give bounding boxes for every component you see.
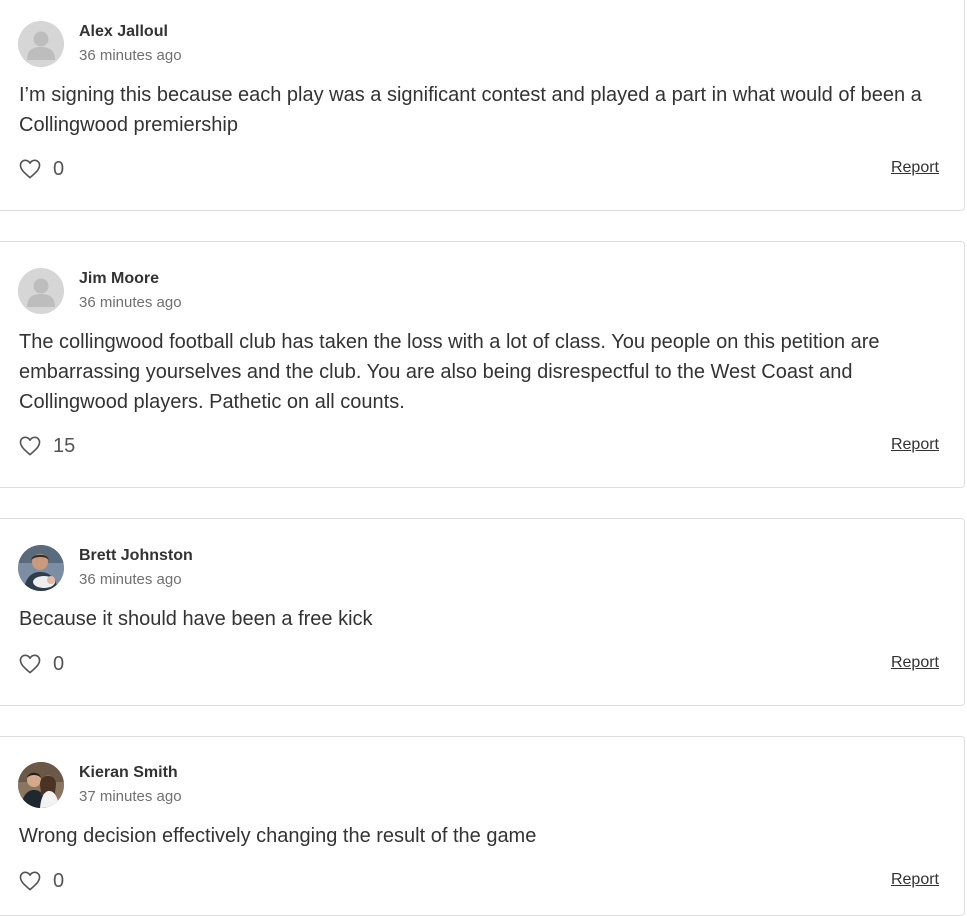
comment-card: Jim Moore 36 minutes ago The collingwood… bbox=[0, 241, 965, 488]
like-button[interactable]: 0 bbox=[19, 870, 64, 892]
comment-card: Brett Johnston 36 minutes ago Because it… bbox=[0, 518, 965, 706]
comment-author[interactable]: Alex Jalloul bbox=[79, 23, 168, 41]
default-avatar-icon bbox=[18, 268, 64, 314]
avatar[interactable] bbox=[18, 762, 64, 808]
report-link[interactable]: Report bbox=[891, 159, 939, 177]
comment-text: The collingwood football club has taken … bbox=[19, 331, 880, 413]
like-button[interactable]: 0 bbox=[19, 158, 64, 180]
comment-author[interactable]: Jim Moore bbox=[79, 270, 159, 288]
avatar[interactable] bbox=[18, 21, 64, 67]
comment-card: Kieran Smith 37 minutes ago Wrong decisi… bbox=[0, 736, 965, 916]
comment-timestamp: 36 minutes ago bbox=[79, 294, 182, 311]
default-avatar-icon bbox=[18, 21, 64, 67]
like-button[interactable]: 15 bbox=[19, 435, 75, 457]
comment-card: Alex Jalloul 36 minutes ago I’m signing … bbox=[0, 0, 965, 211]
heart-icon bbox=[19, 654, 41, 674]
comment-timestamp: 36 minutes ago bbox=[79, 571, 182, 588]
like-count: 0 bbox=[53, 158, 65, 180]
heart-icon bbox=[19, 871, 41, 891]
report-link[interactable]: Report bbox=[891, 871, 939, 889]
user-photo bbox=[18, 762, 64, 808]
comment-timestamp: 36 minutes ago bbox=[79, 47, 182, 64]
comment-author[interactable]: Kieran Smith bbox=[79, 764, 178, 782]
like-button[interactable]: 0 bbox=[19, 653, 64, 675]
comment-text: Because it should have been a free kick bbox=[19, 608, 373, 630]
heart-icon bbox=[19, 159, 41, 179]
heart-icon bbox=[19, 436, 41, 456]
like-count: 15 bbox=[53, 435, 76, 457]
report-link[interactable]: Report bbox=[891, 654, 939, 672]
comment-text: Wrong decision effectively changing the … bbox=[19, 825, 537, 847]
comment-timestamp: 37 minutes ago bbox=[79, 788, 182, 805]
avatar[interactable] bbox=[18, 545, 64, 591]
comment-text: I’m signing this because each play was a… bbox=[19, 84, 922, 136]
avatar[interactable] bbox=[18, 268, 64, 314]
report-link[interactable]: Report bbox=[891, 436, 939, 454]
like-count: 0 bbox=[53, 870, 65, 892]
like-count: 0 bbox=[53, 653, 65, 675]
comment-author[interactable]: Brett Johnston bbox=[79, 547, 193, 565]
user-photo bbox=[18, 545, 64, 591]
